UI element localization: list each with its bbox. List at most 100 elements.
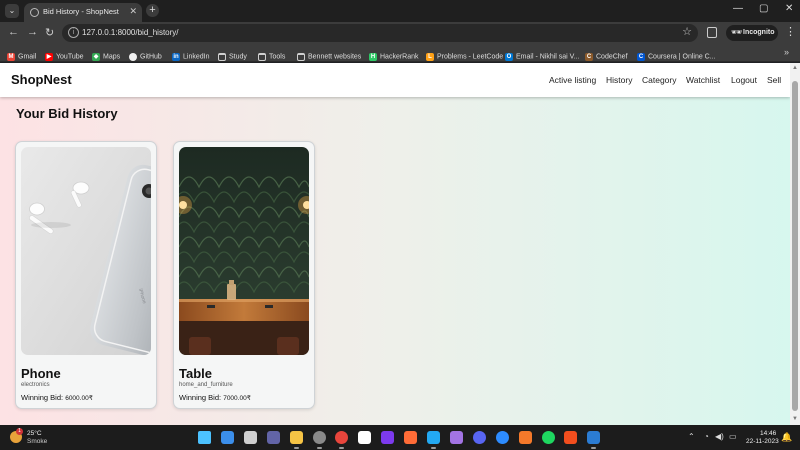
bookmark-label: LinkedIn bbox=[183, 53, 210, 61]
bookmark-item[interactable]: Study bbox=[218, 48, 247, 61]
bookmark-label: Study bbox=[229, 53, 247, 61]
volume-icon[interactable]: ◀) bbox=[715, 432, 724, 441]
bookmark-item[interactable]: Bennett websites bbox=[297, 48, 361, 61]
nav-link-active-listing[interactable]: Active listing bbox=[549, 75, 596, 85]
notification-bell-icon[interactable]: 🔔 bbox=[781, 432, 792, 443]
notion-icon[interactable] bbox=[358, 431, 371, 444]
winning-bid: Winning Bid: 6000.00₹ bbox=[21, 393, 93, 402]
browser-menu-icon[interactable]: ⋮ bbox=[785, 25, 796, 38]
running-indicator bbox=[339, 447, 344, 449]
bookmark-star-icon[interactable]: ☆ bbox=[682, 25, 692, 38]
bookmark-item[interactable]: C Coursera | Online C... bbox=[637, 48, 716, 61]
teams-icon[interactable] bbox=[267, 431, 280, 444]
weather-notification-badge: 1 bbox=[16, 428, 23, 435]
scroll-up-icon[interactable]: ▲ bbox=[792, 65, 798, 71]
gmail-icon: M bbox=[7, 52, 15, 61]
hackerrank-icon: H bbox=[369, 52, 377, 61]
bookmark-item[interactable]: C CodeChef bbox=[585, 48, 628, 61]
site-info-icon[interactable]: i bbox=[68, 27, 79, 38]
bid-card[interactable]: iPhone Phone electronics Winning Bid: 60… bbox=[15, 141, 157, 409]
maximize-button[interactable]: ▢ bbox=[759, 3, 768, 14]
bookmark-label: Gmail bbox=[18, 53, 37, 61]
weather-condition[interactable]: Smoke bbox=[27, 438, 47, 445]
spotify-icon[interactable] bbox=[542, 431, 555, 444]
nav-link-sell[interactable]: Sell bbox=[767, 75, 781, 85]
bookmark-label: Email - Nikhil sai V... bbox=[516, 53, 580, 61]
bookmark-item[interactable]: M Gmail bbox=[7, 48, 37, 61]
clock-date[interactable]: 22-11-2023 bbox=[746, 438, 779, 445]
scroll-thumb[interactable] bbox=[792, 81, 798, 411]
address-bar[interactable]: i 127.0.0.1:8000/bid_history/ ☆ bbox=[62, 24, 698, 42]
task-view-icon[interactable] bbox=[244, 431, 257, 444]
minimize-button[interactable]: — bbox=[733, 3, 743, 14]
tab-title: Bid History - ShopNest bbox=[43, 7, 119, 16]
new-tab-button[interactable]: + bbox=[146, 4, 159, 17]
vscode-icon[interactable] bbox=[427, 431, 440, 444]
close-tab-icon[interactable]: ✕ bbox=[129, 6, 137, 17]
copilot-icon[interactable] bbox=[221, 431, 234, 444]
postman-icon[interactable] bbox=[404, 431, 417, 444]
bookmarks-overflow-icon[interactable]: » bbox=[784, 47, 789, 57]
weather-temperature[interactable]: 25°C bbox=[27, 430, 42, 437]
winning-bid-label: Winning Bid: bbox=[21, 393, 64, 402]
tray-overflow-icon[interactable]: ⌃ bbox=[688, 432, 695, 441]
folder-icon bbox=[218, 52, 226, 61]
bookmark-label: Problems - LeetCode bbox=[437, 53, 504, 61]
youtube-icon: ▶ bbox=[45, 52, 53, 61]
bookmark-label: CodeChef bbox=[596, 53, 628, 61]
page-scrollbar[interactable]: ▲ ▼ bbox=[790, 63, 800, 425]
figma-icon[interactable] bbox=[564, 431, 577, 444]
site-navbar: ShopNest Active listing History Category… bbox=[0, 63, 790, 97]
visual-studio-icon[interactable] bbox=[450, 431, 463, 444]
bookmark-item[interactable]: GitHub bbox=[129, 48, 162, 61]
chrome-incognito-icon[interactable] bbox=[313, 431, 326, 444]
bookmark-label: Tools bbox=[269, 53, 286, 61]
windows-start-icon[interactable] bbox=[198, 431, 211, 444]
incognito-badge[interactable]: 🕶 Incognito bbox=[726, 25, 778, 41]
bookmark-item[interactable]: ▶ YouTube bbox=[45, 48, 84, 61]
card-title: Table bbox=[179, 366, 212, 381]
url-text[interactable]: 127.0.0.1:8000/bid_history/ bbox=[82, 28, 179, 37]
nav-link-logout[interactable]: Logout bbox=[731, 75, 757, 85]
bookmark-item[interactable]: in LinkedIn bbox=[172, 48, 210, 61]
tab-search-button[interactable]: ⌄ bbox=[5, 4, 19, 18]
forward-button[interactable]: → bbox=[27, 26, 38, 38]
browser-tab-active[interactable]: Bid History - ShopNest ✕ bbox=[24, 3, 142, 22]
obsidian-icon[interactable] bbox=[381, 431, 394, 444]
bookmark-item[interactable]: Tools bbox=[258, 48, 286, 61]
bookmark-item[interactable]: ◆ Maps bbox=[92, 48, 120, 61]
close-window-button[interactable]: ✕ bbox=[785, 3, 793, 14]
file-explorer-icon[interactable] bbox=[290, 431, 303, 444]
chrome-icon[interactable] bbox=[335, 431, 348, 444]
browser-tab-strip: ⌄ Bid History - ShopNest ✕ + — ▢ ✕ bbox=[0, 0, 800, 22]
wifi-icon[interactable]: ◔ bbox=[704, 432, 709, 441]
nav-link-history[interactable]: History bbox=[606, 75, 632, 85]
bookmark-item[interactable]: L Problems - LeetCode bbox=[426, 48, 504, 61]
scroll-down-icon[interactable]: ▼ bbox=[792, 416, 798, 422]
bookmark-item[interactable]: O Email - Nikhil sai V... bbox=[505, 48, 580, 61]
discord-icon[interactable] bbox=[473, 431, 486, 444]
bid-card[interactable]: Table home_and_furniture Winning Bid: 70… bbox=[173, 141, 315, 409]
clock-time[interactable]: 14:46 bbox=[760, 430, 776, 437]
zoom-icon[interactable] bbox=[496, 431, 509, 444]
blender-icon[interactable] bbox=[519, 431, 532, 444]
word-icon[interactable] bbox=[587, 431, 600, 444]
site-brand[interactable]: ShopNest bbox=[11, 72, 72, 87]
bookmark-label: Coursera | Online C... bbox=[648, 53, 716, 61]
side-panel-icon[interactable] bbox=[707, 27, 717, 38]
bookmark-item[interactable]: H HackerRank bbox=[369, 48, 419, 61]
battery-icon[interactable]: ▭ bbox=[729, 432, 737, 441]
running-indicator bbox=[431, 447, 436, 449]
globe-icon bbox=[30, 8, 39, 17]
back-button[interactable]: ← bbox=[8, 26, 19, 38]
coursera-icon: C bbox=[637, 52, 645, 61]
reload-button[interactable]: ↻ bbox=[45, 26, 54, 39]
page-title: Your Bid History bbox=[16, 106, 118, 121]
product-image-table bbox=[179, 147, 309, 355]
nav-link-watchlist[interactable]: Watchlist bbox=[686, 75, 720, 85]
outlook-icon: O bbox=[505, 52, 513, 61]
product-image-phone: iPhone bbox=[21, 147, 151, 355]
maps-icon: ◆ bbox=[92, 52, 100, 61]
nav-link-category[interactable]: Category bbox=[642, 75, 677, 85]
windows-taskbar: 1 25°C Smoke ⌃ ◔ ◀) ▭ 14:46 22-11-2023 🔔 bbox=[0, 425, 800, 450]
